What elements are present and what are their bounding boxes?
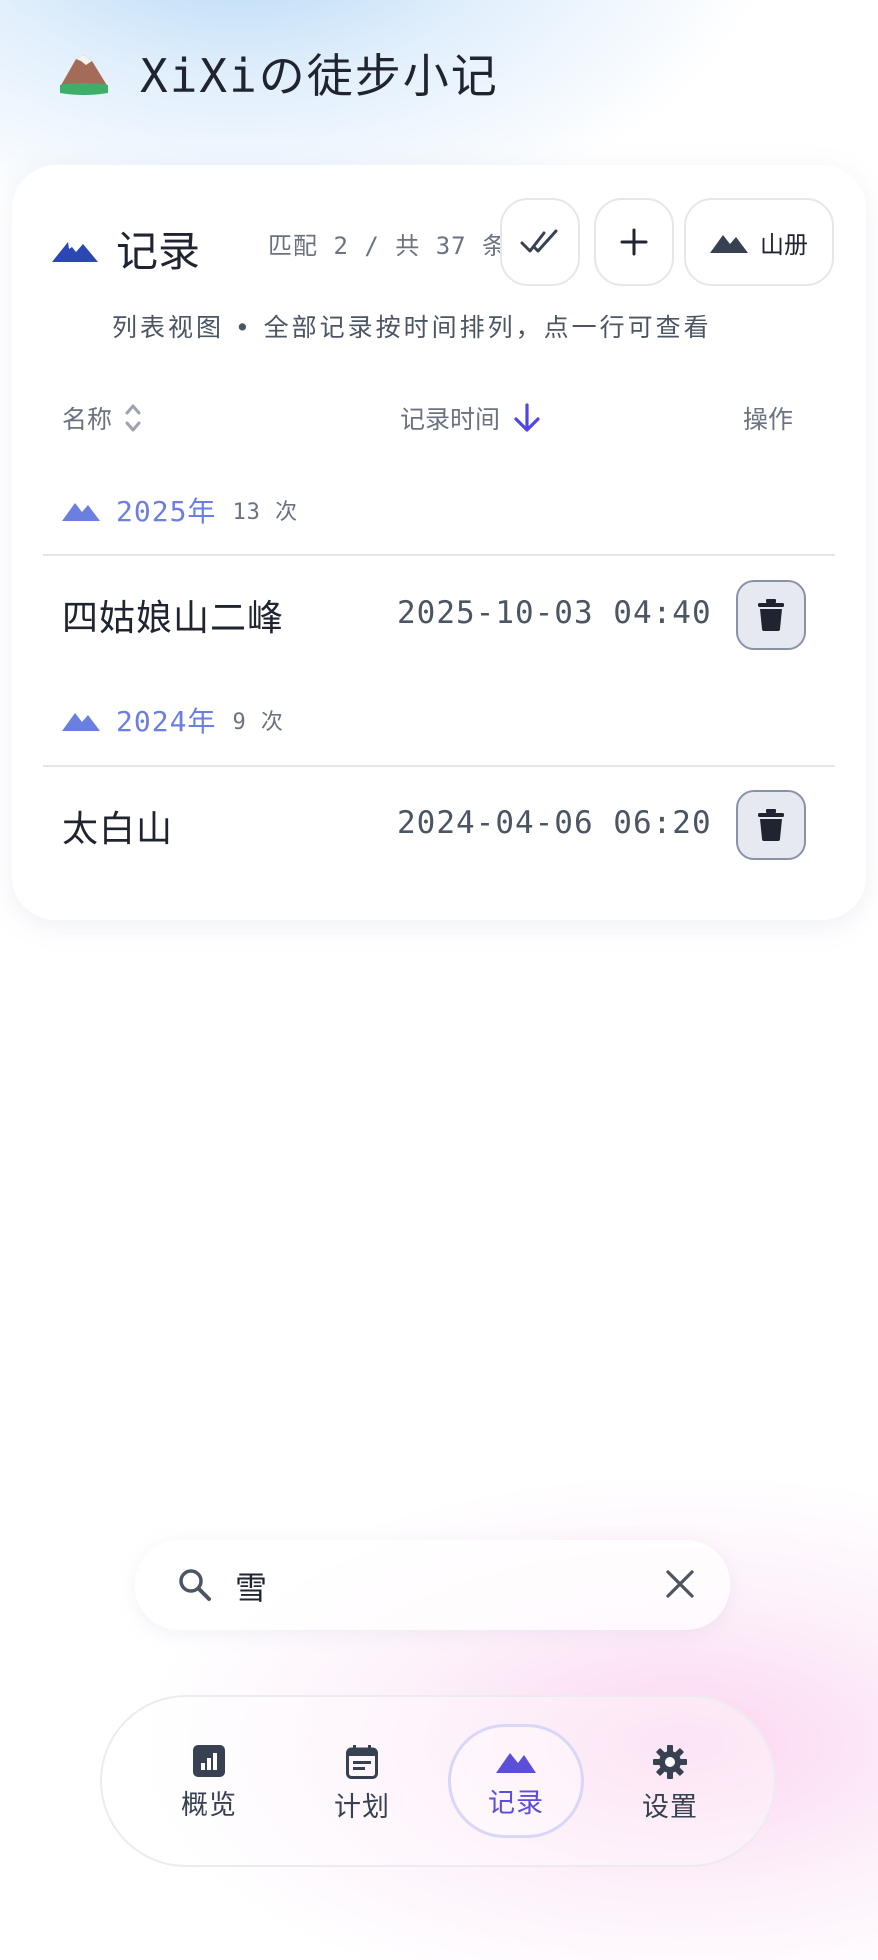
group-count: 13 次 — [232, 500, 299, 525]
match-count: 匹配 2 / 共 37 条 — [268, 232, 508, 260]
nav-label: 概览 — [181, 1790, 237, 1821]
group-year: 2024年 — [116, 705, 217, 738]
mountain-book-label: 山册 — [760, 230, 808, 259]
search-bar — [135, 1540, 730, 1630]
mountain-icon — [52, 241, 98, 262]
records-title: 记录 — [116, 227, 201, 276]
add-record-button[interactable] — [594, 198, 674, 286]
nav-label: 计划 — [334, 1792, 390, 1823]
select-all-button[interactable] — [500, 198, 580, 286]
nav-label: 设置 — [642, 1792, 698, 1823]
mountain-icon — [710, 235, 748, 253]
bottom-nav: 概览 计划 记录 设置 — [100, 1695, 776, 1867]
mountain-book-button[interactable]: 山册 — [684, 198, 834, 286]
nav-label: 记录 — [488, 1788, 544, 1819]
record-time: 2025-10-03 04:40 — [397, 595, 712, 631]
column-header-time[interactable]: 记录时间 — [400, 400, 542, 436]
delete-button[interactable] — [736, 790, 806, 860]
close-icon[interactable] — [663, 1567, 697, 1605]
search-input[interactable] — [233, 1558, 597, 1614]
double-check-icon — [520, 229, 558, 253]
mountain-icon — [62, 503, 100, 521]
record-name: 四姑娘山二峰 — [62, 598, 285, 639]
column-header-ops-label: 操作 — [743, 405, 794, 434]
mountain-logo-icon — [60, 55, 108, 95]
column-header-time-label: 记录时间 — [400, 405, 501, 434]
records-title-row: 记录 — [52, 218, 200, 279]
mountain-icon — [62, 713, 100, 731]
trash-icon — [758, 809, 784, 841]
app-header: XiXiの徒步小记 — [58, 40, 499, 106]
search-icon — [177, 1567, 213, 1607]
gear-icon — [653, 1745, 687, 1779]
nav-item-overview[interactable]: 概览 — [154, 1745, 264, 1822]
chart-icon — [193, 1745, 225, 1777]
group-header-2025: 2025年 13 次 — [62, 490, 298, 530]
nav-item-records[interactable]: 记录 — [461, 1745, 571, 1820]
divider — [43, 765, 835, 767]
group-count: 9 次 — [232, 710, 284, 735]
group-year: 2025年 — [116, 495, 217, 528]
column-header-name[interactable]: 名称 — [62, 400, 142, 436]
delete-button[interactable] — [736, 580, 806, 650]
view-hint: 列表视图 • 全部记录按时间排列，点一行可查看 — [112, 313, 712, 342]
calendar-icon — [346, 1745, 378, 1779]
column-header-ops: 操作 — [743, 400, 793, 436]
trash-icon — [758, 599, 784, 631]
mountain-icon — [496, 1753, 536, 1773]
sort-unsorted-icon — [125, 404, 141, 432]
record-name: 太白山 — [62, 809, 174, 850]
app-title: XiXiの徒步小记 — [140, 49, 499, 103]
group-header-2024: 2024年 9 次 — [62, 700, 284, 740]
nav-item-plan[interactable]: 计划 — [307, 1745, 417, 1824]
plus-icon — [620, 228, 648, 256]
nav-item-settings[interactable]: 设置 — [615, 1745, 725, 1824]
column-header-name-label: 名称 — [62, 405, 113, 434]
arrow-down-icon — [514, 403, 540, 432]
record-time: 2024-04-06 06:20 — [397, 805, 712, 841]
divider — [43, 554, 835, 556]
